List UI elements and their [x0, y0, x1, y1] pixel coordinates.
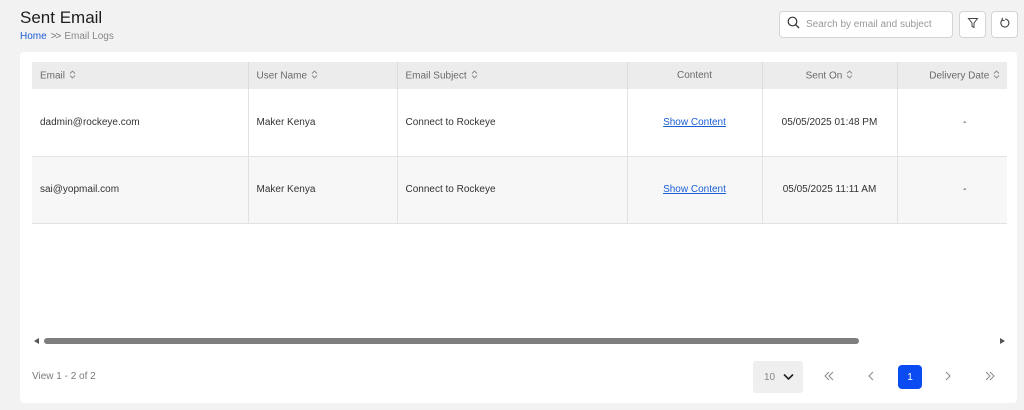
sort-icon [471, 69, 478, 82]
search-box[interactable] [779, 11, 953, 38]
column-header-email[interactable]: Email [32, 62, 249, 89]
column-header-user-name[interactable]: User Name [248, 62, 398, 89]
cell-email: sai@yopmail.com [32, 156, 249, 223]
table-row: sai@yopmail.com Maker Kenya Connect to R… [32, 156, 1007, 223]
breadcrumb-separator: >> [50, 31, 62, 42]
refresh-icon [999, 16, 1011, 34]
email-logs-card: Email User Name Email Subject Content Se… [20, 52, 1017, 403]
current-page-button[interactable]: 1 [898, 365, 922, 389]
last-page-button[interactable] [978, 365, 1002, 389]
scrollbar-thumb[interactable] [44, 338, 859, 344]
page-size-select[interactable]: 10 [753, 361, 803, 393]
sort-icon [993, 69, 1000, 82]
cell-user-name: Maker Kenya [248, 89, 398, 156]
filter-icon [966, 16, 979, 34]
cell-content: Show Content [627, 89, 763, 156]
sort-icon [846, 69, 853, 82]
page-title: Sent Email [20, 8, 103, 27]
cell-content: Show Content [627, 156, 763, 223]
sort-icon [311, 69, 318, 82]
first-page-button[interactable] [817, 365, 841, 389]
cell-sent-on: 05/05/2025 01:48 PM [762, 89, 898, 156]
refresh-button[interactable] [991, 11, 1018, 38]
scroll-left-icon[interactable] [34, 338, 39, 344]
cell-delivery-date: - [963, 116, 967, 128]
next-page-button[interactable] [936, 365, 960, 389]
table-row: dadmin@rockeye.com Maker Kenya Connect t… [32, 89, 1007, 156]
breadcrumb-home-link[interactable]: Home [20, 31, 47, 42]
column-header-email-subject[interactable]: Email Subject [397, 62, 628, 89]
search-icon [787, 16, 800, 34]
cell-delivery-date: - [963, 184, 967, 195]
show-content-link[interactable]: Show Content [663, 184, 726, 195]
column-header-sent-on[interactable]: Sent On [762, 62, 898, 89]
page-size-value: 10 [764, 371, 776, 383]
sort-icon [69, 69, 76, 82]
double-chevron-left-icon [823, 368, 835, 386]
chevron-left-icon [867, 368, 875, 386]
breadcrumb: Home >> Email Logs [20, 31, 114, 42]
show-content-link[interactable]: Show Content [663, 117, 726, 128]
previous-page-button[interactable] [859, 365, 883, 389]
table-container: Email User Name Email Subject Content Se… [32, 62, 1007, 225]
filter-button[interactable] [959, 11, 986, 38]
cell-sent-on: 05/05/2025 11:11 AM [762, 156, 898, 223]
column-header-delivery-date[interactable]: Delivery Date [897, 62, 1007, 89]
scroll-right-icon[interactable] [1000, 338, 1005, 344]
cell-subject: Connect to Rockeye [397, 156, 628, 223]
double-chevron-right-icon [984, 368, 996, 386]
chevron-right-icon [944, 368, 952, 386]
cell-user-name: Maker Kenya [248, 156, 398, 223]
view-count: View 1 - 2 of 2 [32, 371, 96, 382]
column-header-content: Content [627, 62, 763, 89]
chevron-down-icon [783, 373, 794, 384]
table-header-row: Email User Name Email Subject Content Se… [32, 62, 1007, 89]
cell-email: dadmin@rockeye.com [32, 89, 249, 156]
search-input[interactable] [806, 19, 946, 30]
breadcrumb-current: Email Logs [64, 31, 114, 42]
horizontal-scrollbar[interactable] [32, 336, 1007, 346]
email-logs-table: Email User Name Email Subject Content Se… [32, 62, 1007, 224]
cell-subject: Connect to Rockeye [397, 89, 628, 156]
